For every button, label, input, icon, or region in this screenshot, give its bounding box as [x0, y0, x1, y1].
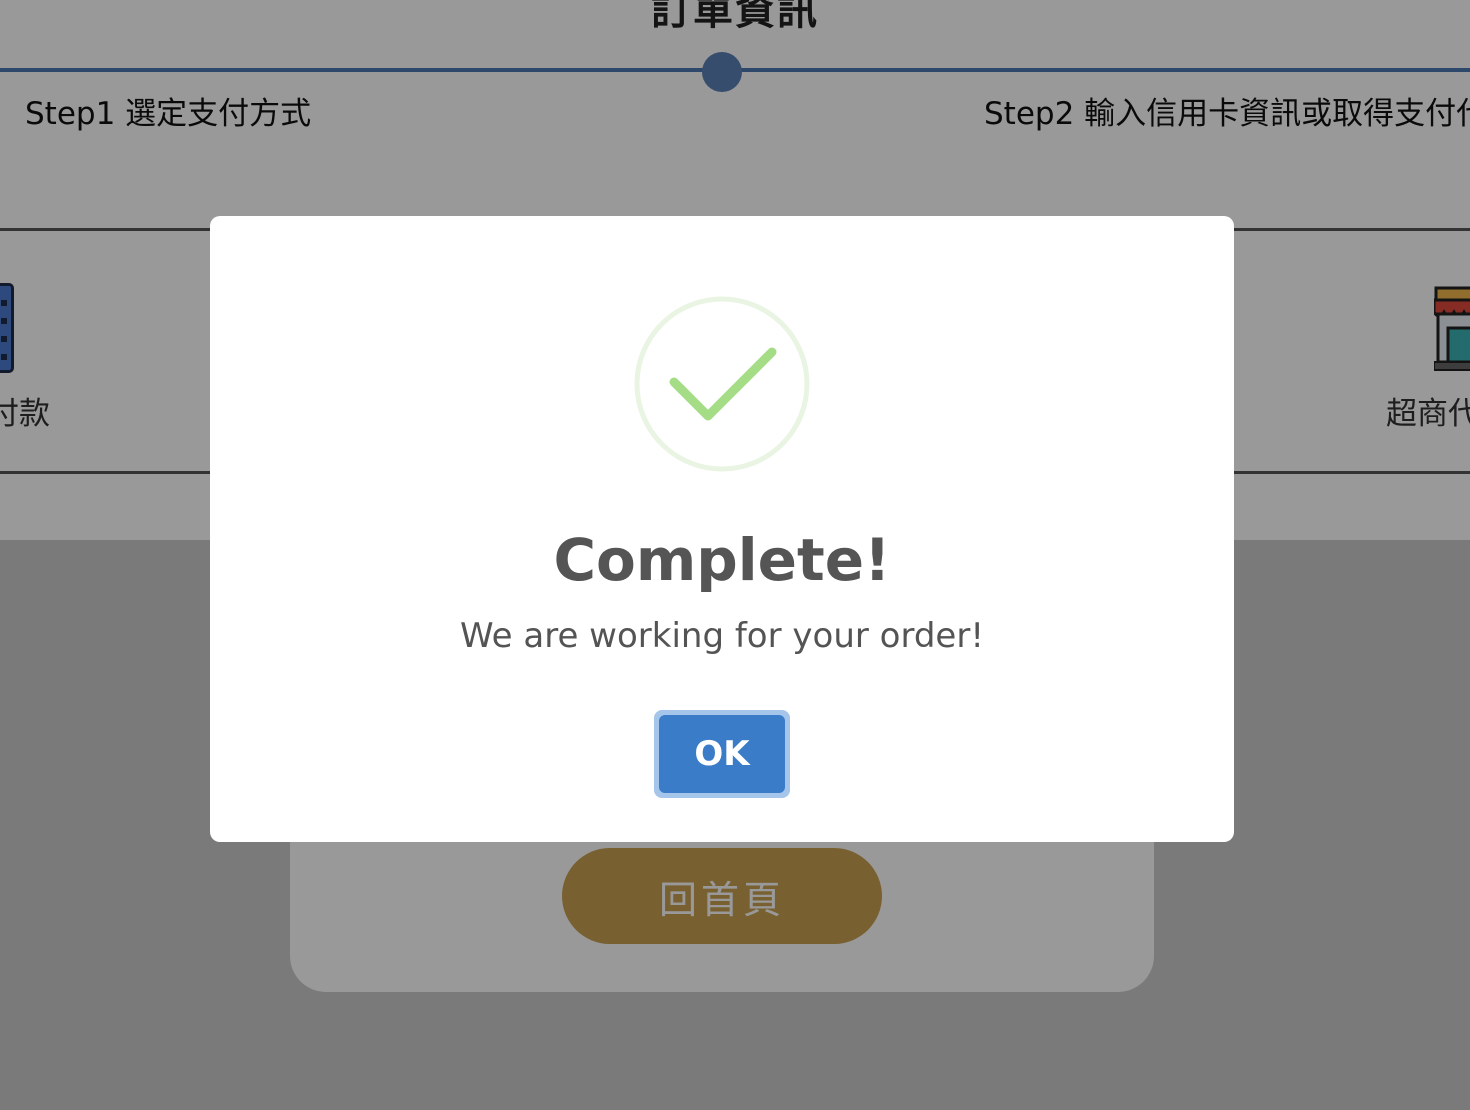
dialog-title: Complete! [553, 526, 891, 594]
success-check-icon [634, 296, 810, 472]
completion-dialog: Complete! We are working for your order!… [210, 216, 1234, 842]
ok-button-focus-ring: OK [654, 710, 790, 798]
dialog-message: We are working for your order! [460, 616, 984, 656]
ok-button[interactable]: OK [659, 715, 785, 793]
